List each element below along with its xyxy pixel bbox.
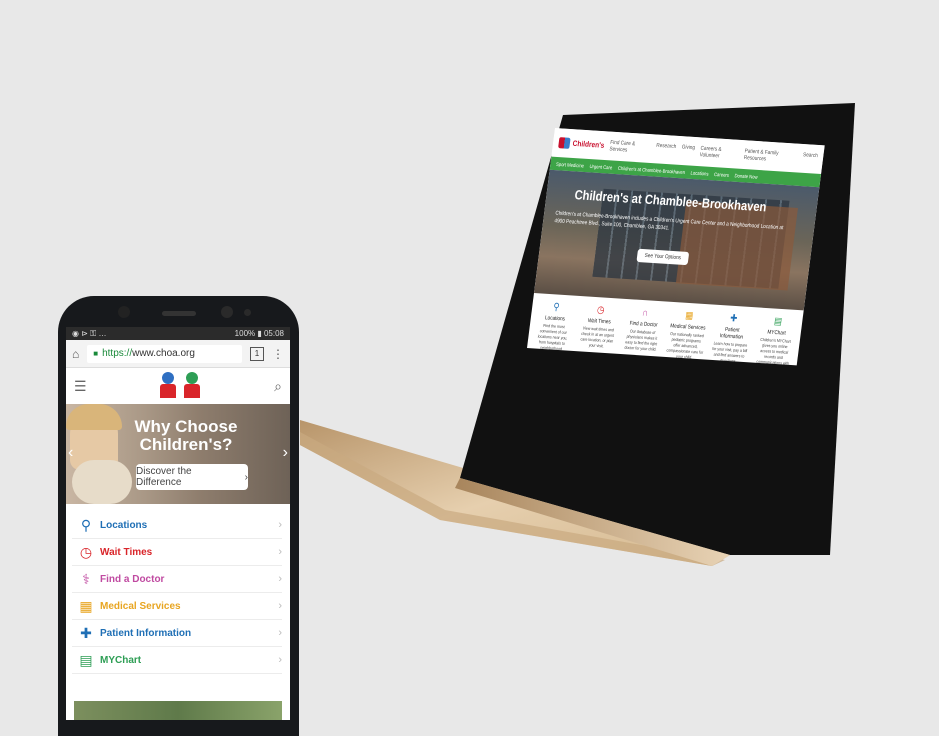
patient-icon: ✚ [729,312,738,324]
overflow-menu-icon[interactable]: ⋮ [272,347,284,361]
quicklink[interactable]: Donate Now [734,172,758,179]
logo-kid-green-icon [182,372,202,400]
status-right: 100% ▮ 05:08 [234,329,284,338]
sensor-icon [244,309,251,316]
service-title: Medical Services [669,322,706,332]
list-item-mychart[interactable]: ▤ MYChart › [72,647,282,674]
location-icon: ⚲ [80,516,92,533]
service-title: MYChart [766,329,787,337]
service-desc: View wait times and check in at an urgen… [580,326,615,349]
quicklink[interactable]: Sport Medicine [556,161,585,168]
home-icon[interactable]: ⌂ [72,347,79,361]
service-title: Patient Information [719,326,744,341]
phone-screen: ◉ ⊳ ⚿ … 100% ▮ 05:08 ⌂ ■ https://www.cho… [66,327,290,720]
quicklink[interactable]: Careers [714,171,730,177]
service-column[interactable]: ▤ MYChart Children's MYChart gives you o… [753,314,797,365]
quick-links-list: ⚲ Locations › ◷ Wait Times › ⚕ Find a Do… [66,504,290,674]
hamburger-menu-icon[interactable]: ☰ [74,378,87,395]
list-item-find-doctor[interactable]: ⚕ Find a Doctor › [72,566,282,593]
list-item-label: MYChart [100,654,142,666]
discover-button[interactable]: Discover the Difference › [136,464,248,490]
service-title: Find a Doctor [629,320,658,329]
stethoscope-icon: ⚕ [82,570,90,587]
hero-building-image [675,200,798,291]
speaker-grille [162,311,196,316]
laptop-nav-item[interactable]: Find Care & Services [609,139,651,155]
clock-icon: ◷ [79,543,93,560]
list-item-label: Find a Doctor [100,573,165,585]
building-icon: ▦ [79,597,93,614]
laptop-nav-item[interactable]: Giving [681,144,695,158]
chevron-right-icon: › [278,627,282,639]
chevron-right-icon: › [278,573,282,585]
quicklink[interactable]: Urgent Care [589,163,612,170]
logo-icon [558,137,571,149]
chevron-right-icon: › [278,519,282,531]
status-bar: ◉ ⊳ ⚿ … 100% ▮ 05:08 [66,327,290,340]
site-header: ☰ ⌕ [66,368,290,404]
location-icon: ⚲ [552,300,561,313]
laptop-search[interactable]: Search [802,152,819,166]
address-bar[interactable]: ■ https://www.choa.org [87,344,242,363]
carousel-prev-icon[interactable]: ‹ [68,444,73,462]
front-camera-icon [118,306,130,318]
laptop-hero: Children's at Chamblee-Brookhaven Childr… [534,169,820,311]
service-desc: Our nationally ranked pediatric programs… [666,331,704,360]
chevron-right-icon: › [244,471,248,483]
chevron-right-icon: › [278,654,282,666]
carousel-next-icon[interactable]: › [283,444,288,462]
clipboard-icon: ▤ [79,651,93,668]
stethoscope-icon: ∩ [641,306,649,319]
browser-toolbar: ⌂ ■ https://www.choa.org 1 ⋮ [66,340,290,368]
tab-count-button[interactable]: 1 [250,346,264,361]
service-title: Locations [544,314,566,323]
url-host: www.choa.org [132,348,195,359]
sensor-icon [221,306,233,318]
clock-icon: ◷ [596,303,606,316]
list-item-patient-info[interactable]: ✚ Patient Information › [72,620,282,647]
list-item-locations[interactable]: ⚲ Locations › [72,512,282,539]
list-item-label: Medical Services [100,600,181,612]
lock-icon: ■ [93,349,99,358]
chevron-right-icon: › [278,546,282,558]
choa-logo[interactable] [158,372,202,400]
quicklink[interactable]: Children's at Chamblee-Brookhaven [618,165,686,175]
hero-banner: ‹ Why Choose Children's? Discover the Di… [66,404,290,504]
hero-teddy-image [72,460,132,504]
promo-image[interactable] [74,701,282,720]
discover-button-label: Discover the Difference [136,466,192,488]
chevron-right-icon: › [278,600,282,612]
list-item-medical-services[interactable]: ▦ Medical Services › [72,593,282,620]
status-left-icons: ◉ ⊳ ⚿ … [72,328,107,338]
laptop-screen: Children's Find Care & Services Research… [527,128,825,366]
service-column[interactable]: ✚ Patient Information Learn how to prepa… [709,311,753,365]
clipboard-icon: ▤ [773,315,783,327]
service-title: Wait Times [587,317,612,326]
building-icon: ▦ [684,309,695,321]
list-item-label: Locations [100,519,148,531]
laptop-nav-item[interactable]: Careers & Volunteer [699,145,739,161]
service-desc: Our database of physicians makes it easy… [624,329,658,352]
logo-kid-red-icon [158,372,178,400]
laptop-nav-item[interactable]: Research [655,142,677,156]
list-item-label: Patient Information [100,627,192,639]
service-column[interactable]: ▦ Medical Services Our nationally ranked… [664,309,708,366]
list-item-wait-times[interactable]: ◷ Wait Times › [72,539,282,566]
laptop-logo[interactable]: Children's [558,137,605,151]
laptop-nav-item[interactable]: Patient & Family Resources [743,148,797,165]
hero-title: Why Choose Children's? [134,417,238,454]
quicklink[interactable]: Locations [690,169,709,176]
list-item-label: Wait Times [100,546,153,558]
service-desc: Children's MYChart gives you online acce… [756,337,792,366]
search-icon[interactable]: ⌕ [274,378,282,395]
laptop-brand-text: Children's [572,139,605,150]
url-scheme: https:// [102,348,133,359]
patient-icon: ✚ [80,624,92,641]
